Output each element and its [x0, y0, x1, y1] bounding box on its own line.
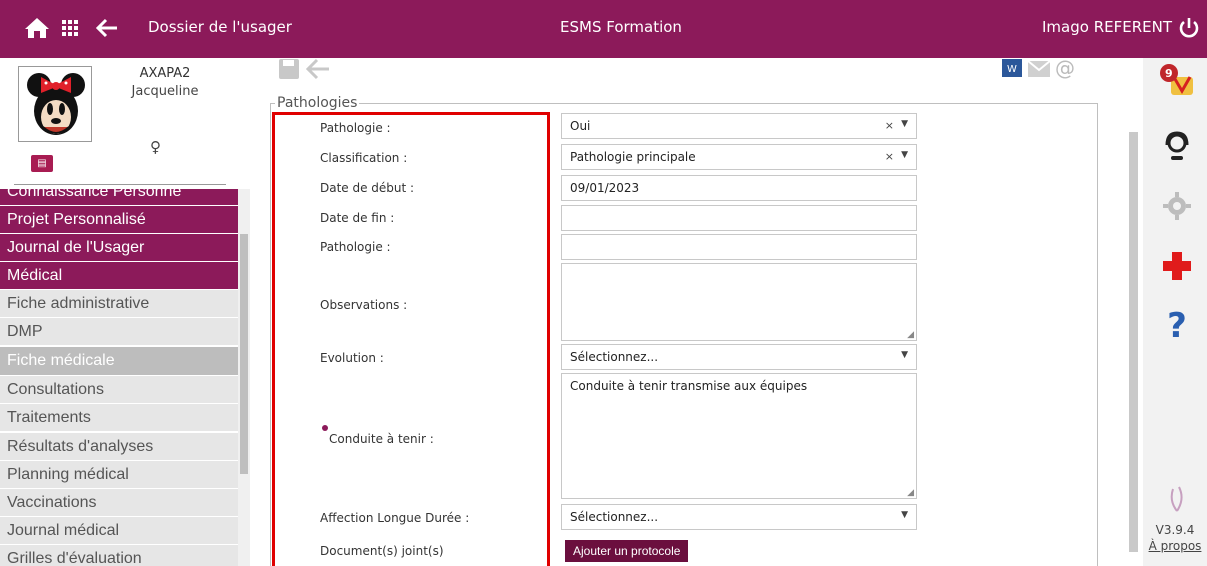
- arrow-left-icon[interactable]: [96, 15, 118, 41]
- scrollbar-thumb[interactable]: [240, 234, 248, 474]
- clear-icon[interactable]: ×: [885, 150, 894, 163]
- sidebar-item-journal-medical[interactable]: Journal médical: [0, 517, 238, 545]
- observations-textarea[interactable]: ◢: [561, 263, 917, 341]
- resize-grip-icon[interactable]: ◢: [907, 488, 914, 498]
- chevron-down-icon[interactable]: ▼: [901, 150, 908, 160]
- help-icon[interactable]: ?: [1157, 306, 1197, 346]
- logo-icon: [1157, 478, 1197, 518]
- left-panel: AXAPA2 Jacqueline ♀ ▤ Connaissance Perso…: [0, 58, 250, 566]
- conduite-textarea[interactable]: Conduite à tenir transmise aux équipes ◢: [561, 373, 917, 499]
- date-fin-input[interactable]: [561, 205, 917, 231]
- sidebar-item-projet[interactable]: Projet Personnalisé: [0, 206, 238, 234]
- gender-icon: ♀: [150, 138, 161, 156]
- sidebar-item-medical[interactable]: Médical: [0, 262, 238, 290]
- power-icon[interactable]: [1178, 15, 1200, 41]
- date-debut-input[interactable]: 09/01/2023: [561, 175, 917, 201]
- chevron-down-icon[interactable]: ▼: [901, 510, 908, 520]
- user-name[interactable]: Imago REFERENT: [1042, 18, 1172, 36]
- about-link[interactable]: À propos: [1143, 539, 1207, 553]
- sidebar-item-planning[interactable]: Planning médical: [0, 461, 238, 489]
- sidebar-item-journal-usager[interactable]: Journal de l'Usager: [0, 234, 238, 262]
- clear-icon[interactable]: ×: [885, 119, 894, 132]
- mail-icon[interactable]: [1027, 58, 1051, 82]
- patient-lastname: AXAPA2: [139, 66, 191, 81]
- sidebar-item-resultats[interactable]: Résultats d'analyses: [0, 433, 238, 461]
- sidebar-scrollbar[interactable]: [238, 189, 250, 566]
- medical-cross-icon[interactable]: [1157, 246, 1197, 286]
- resize-grip-icon[interactable]: ◢: [907, 330, 914, 340]
- svg-text:W: W: [1007, 64, 1017, 75]
- word-icon[interactable]: W: [1002, 58, 1022, 82]
- id-card-icon[interactable]: ▤: [31, 155, 53, 172]
- patient-firstname: Jacqueline: [131, 84, 199, 99]
- pathologie-input[interactable]: [561, 234, 917, 260]
- add-protocol-button[interactable]: Ajouter un protocole: [565, 540, 689, 562]
- highlight-box: [272, 112, 550, 566]
- evolution-select[interactable]: Sélectionnez... ▼: [561, 344, 917, 370]
- arrow-left-icon[interactable]: [305, 58, 330, 82]
- gear-icon[interactable]: [1157, 186, 1197, 226]
- chevron-down-icon[interactable]: ▼: [901, 119, 908, 129]
- version-label: V3.9.4: [1155, 523, 1195, 537]
- sidebar-item-fiche-administrative[interactable]: Fiche administrative: [0, 290, 238, 318]
- pathologie-select[interactable]: Oui × ▼: [561, 113, 917, 139]
- chevron-down-icon[interactable]: ▼: [901, 350, 908, 360]
- classification-select[interactable]: Pathologie principale × ▼: [561, 144, 917, 170]
- at-icon[interactable]: @: [1055, 56, 1075, 80]
- main-scrollbar[interactable]: [1126, 76, 1140, 566]
- sidebar-item-vaccinations[interactable]: Vaccinations: [0, 489, 238, 517]
- avatar: [18, 66, 92, 142]
- grid-icon[interactable]: [62, 15, 78, 41]
- save-icon[interactable]: [278, 58, 300, 82]
- top-bar: Dossier de l'usager ESMS Formation Imago…: [0, 0, 1207, 58]
- notifications-badge: 9: [1165, 67, 1173, 80]
- right-toolbar: 9 ? V3.9.4 À propos: [1143, 58, 1207, 566]
- sidebar-item-dmp[interactable]: DMP: [0, 318, 238, 346]
- establishment-name: ESMS Formation: [560, 18, 682, 36]
- sidebar-item-grilles[interactable]: Grilles d'évaluation: [0, 545, 238, 566]
- sidebar-item-fiche-medicale[interactable]: Fiche médicale: [0, 347, 238, 375]
- sidebar-item-traitements[interactable]: Traitements: [0, 404, 238, 432]
- support-icon[interactable]: [1157, 126, 1197, 166]
- ald-select[interactable]: Sélectionnez... ▼: [561, 504, 917, 530]
- sidebar-menu: Connaissance Personne Projet Personnalis…: [0, 189, 238, 566]
- section-title: Pathologies: [277, 95, 358, 111]
- scrollbar-thumb[interactable]: [1129, 132, 1138, 552]
- divider: [14, 184, 226, 185]
- page-title: Dossier de l'usager: [148, 18, 292, 36]
- notifications-button[interactable]: 9: [1157, 62, 1197, 102]
- patient-header: AXAPA2 Jacqueline ♀ ▤: [0, 58, 250, 186]
- home-icon[interactable]: [24, 15, 50, 41]
- sidebar-item-consultations[interactable]: Consultations: [0, 376, 238, 404]
- sidebar-item-connaissance[interactable]: Connaissance Personne: [0, 189, 238, 206]
